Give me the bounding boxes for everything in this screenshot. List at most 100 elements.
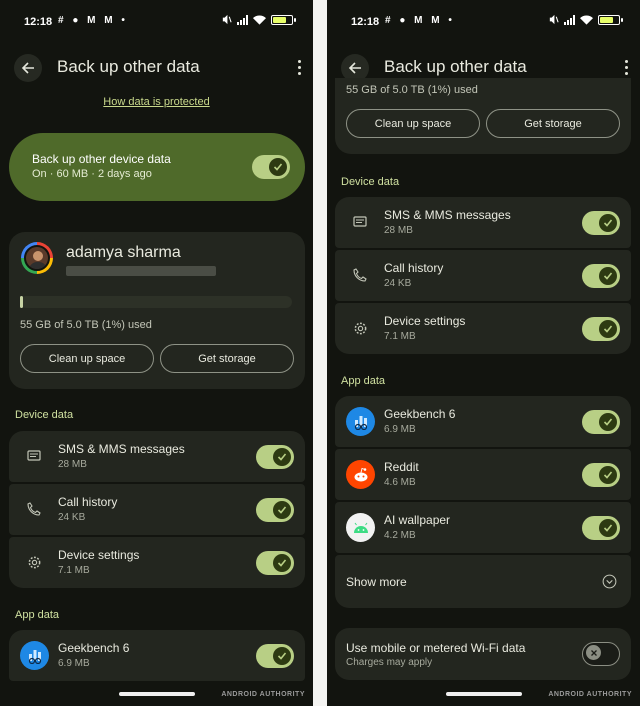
check-icon [273, 501, 291, 519]
backup-switch[interactable] [252, 155, 290, 179]
show-more-label: Show more [346, 575, 407, 589]
list-item-ai-wallpaper[interactable]: AI wallpaper 4.2 MB [335, 502, 631, 553]
geekbench-switch[interactable] [582, 410, 620, 434]
backup-toggle-subtitle: On · 60 MB · 2 days ago [32, 168, 152, 180]
status-bar: 12:18 # ● M M • [327, 0, 640, 44]
chevron-down-icon [602, 574, 617, 589]
top-app-bar: Back up other data [0, 50, 313, 84]
list-item-sms[interactable]: SMS & MMS messages 28 MB [335, 197, 631, 248]
clean-up-space-button[interactable]: Clean up space [20, 344, 154, 373]
watermark: ANDROID AUTHORITY [221, 691, 305, 698]
get-storage-button[interactable]: Get storage [160, 344, 294, 373]
item-title: SMS & MMS messages [384, 208, 511, 222]
account-card: adamya sharma 55 GB of 5.0 TB (1%) used … [9, 232, 305, 389]
app-data-label: App data [15, 609, 60, 621]
right-screen: 12:18 # ● M M • Back up other data 55 GB… [327, 0, 640, 706]
item-size: 24 KB [58, 512, 86, 523]
device-data-label: Device data [341, 176, 400, 188]
status-time: 12:18 [351, 16, 380, 28]
check-icon [273, 554, 291, 572]
mute-icon [549, 14, 559, 25]
list-item-geekbench[interactable]: Geekbench 6 6.9 MB [335, 396, 631, 447]
more-options-button[interactable] [291, 54, 307, 80]
how-data-protected-link[interactable]: How data is protected [0, 96, 313, 108]
reddit-icon [346, 460, 375, 489]
metered-title: Use mobile or metered Wi-Fi data [346, 641, 526, 655]
metered-switch[interactable] [582, 642, 620, 666]
check-icon [599, 413, 617, 431]
device-settings-switch[interactable] [582, 317, 620, 341]
item-title: Device settings [384, 314, 466, 328]
list-item-device-settings[interactable]: Device settings 7.1 MB [9, 537, 305, 588]
list-item-geekbench[interactable]: Geekbench 6 6.9 MB [9, 630, 305, 681]
clean-up-space-button[interactable]: Clean up space [346, 109, 480, 138]
item-size: 6.9 MB [384, 424, 416, 435]
backup-toggle-card[interactable]: Back up other device data On · 60 MB · 2… [9, 133, 305, 201]
ai-wallpaper-switch[interactable] [582, 516, 620, 540]
device-data-label: Device data [15, 409, 74, 421]
gesture-nav-handle[interactable] [445, 692, 522, 696]
status-bar: 12:18 # ● M M • [0, 0, 313, 44]
more-options-button[interactable] [618, 54, 634, 80]
item-title: Reddit [384, 460, 419, 474]
list-item-sms[interactable]: SMS & MMS messages 28 MB [9, 431, 305, 482]
app-data-label: App data [341, 375, 386, 387]
geekbench-icon [20, 641, 49, 670]
gesture-nav-handle[interactable] [118, 692, 195, 696]
wifi-icon [580, 14, 593, 25]
page-title: Back up other data [384, 57, 527, 76]
storage-used-text: 55 GB of 5.0 TB (1%) used [346, 84, 478, 96]
check-icon [273, 647, 291, 665]
gear-icon [351, 319, 369, 337]
signal-icon [564, 14, 575, 25]
item-title: Geekbench 6 [58, 641, 130, 655]
phone-icon [351, 266, 369, 284]
battery-icon [271, 14, 296, 25]
message-icon [25, 447, 43, 465]
item-size: 4.2 MB [384, 530, 416, 541]
sms-switch[interactable] [582, 211, 620, 235]
message-icon [351, 213, 369, 231]
get-storage-button[interactable]: Get storage [486, 109, 620, 138]
item-size: 4.6 MB [384, 477, 416, 488]
avatar [21, 242, 53, 274]
notification-icons: # ● M M • [58, 15, 128, 26]
arrow-back-icon [348, 62, 361, 74]
list-item-reddit[interactable]: Reddit 4.6 MB [335, 449, 631, 500]
check-icon [599, 214, 617, 232]
item-size: 24 KB [384, 278, 412, 289]
item-title: Call history [58, 495, 118, 509]
check-icon [599, 519, 617, 537]
list-item-device-settings[interactable]: Device settings 7.1 MB [335, 303, 631, 354]
notification-icons: # ● M M • [385, 15, 455, 26]
watermark: ANDROID AUTHORITY [548, 691, 632, 698]
metered-data-toggle-card[interactable]: Use mobile or metered Wi-Fi data Charges… [335, 628, 631, 680]
sms-switch[interactable] [256, 445, 294, 469]
geekbench-icon [346, 407, 375, 436]
phone-icon [25, 500, 43, 518]
device-settings-switch[interactable] [256, 551, 294, 575]
left-screen: 12:18 # ● M M • Back up other data How d… [0, 0, 313, 706]
list-item-call-history[interactable]: Call history 24 KB [335, 250, 631, 301]
item-size: 28 MB [384, 225, 413, 236]
page-title: Back up other data [57, 57, 200, 76]
call-history-switch[interactable] [582, 264, 620, 288]
system-icons [548, 14, 623, 25]
list-item-call-history[interactable]: Call history 24 KB [9, 484, 305, 535]
call-history-switch[interactable] [256, 498, 294, 522]
account-name: adamya sharma [66, 244, 181, 261]
back-button[interactable] [14, 54, 42, 82]
item-title: SMS & MMS messages [58, 442, 185, 456]
item-size: 6.9 MB [58, 658, 90, 669]
item-title: Geekbench 6 [384, 407, 456, 421]
system-icons [221, 14, 296, 25]
geekbench-switch[interactable] [256, 644, 294, 668]
show-more-button[interactable]: Show more [335, 555, 631, 608]
storage-progress-fill [20, 296, 23, 308]
item-title: AI wallpaper [384, 513, 451, 527]
wifi-icon [253, 14, 266, 25]
reddit-switch[interactable] [582, 463, 620, 487]
gear-icon [25, 553, 43, 571]
item-size: 7.1 MB [58, 565, 90, 576]
account-email-redacted [66, 266, 216, 276]
